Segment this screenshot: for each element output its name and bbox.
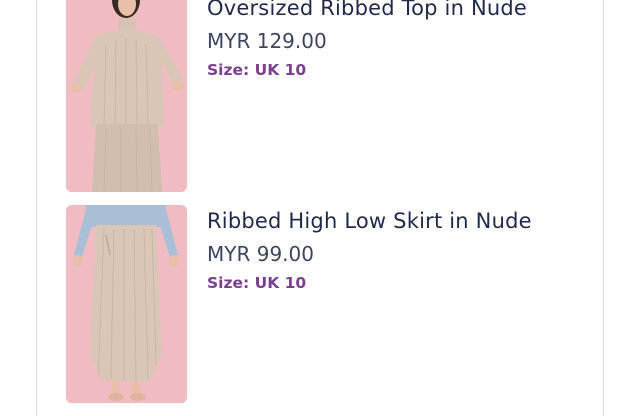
product-size: Size: UK 10: [207, 274, 307, 292]
cart-page: Oversized Ribbed Top in Nude MYR 129.00 …: [0, 0, 641, 416]
cart-item[interactable]: Ribbed High Low Skirt in Nude MYR 99.00 …: [37, 205, 605, 409]
product-size: Size: UK 10: [207, 61, 307, 79]
product-image[interactable]: [66, 0, 187, 192]
product-price: MYR 129.00: [207, 29, 327, 53]
cart-item[interactable]: Oversized Ribbed Top in Nude MYR 129.00 …: [37, 0, 605, 196]
product-photo-top-icon: [66, 0, 187, 192]
product-info: Oversized Ribbed Top in Nude MYR 129.00 …: [207, 0, 595, 80]
product-name[interactable]: Ribbed High Low Skirt in Nude: [207, 209, 595, 233]
product-name[interactable]: Oversized Ribbed Top in Nude: [207, 0, 595, 20]
product-image[interactable]: [66, 205, 187, 403]
product-price: MYR 99.00: [207, 242, 314, 266]
product-info: Ribbed High Low Skirt in Nude MYR 99.00 …: [207, 209, 595, 293]
product-photo-skirt-icon: [66, 205, 187, 403]
cart-items-panel: Oversized Ribbed Top in Nude MYR 129.00 …: [36, 0, 604, 416]
